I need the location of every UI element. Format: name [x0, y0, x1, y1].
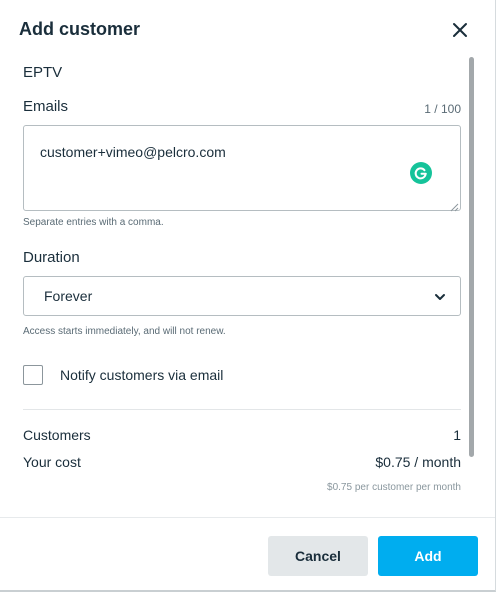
modal-content: EPTV Emails 1 / 100 customer+vimeo@pelcr…	[0, 56, 470, 492]
notify-label[interactable]: Notify customers via email	[60, 367, 223, 383]
emails-counter: 1 / 100	[424, 102, 461, 116]
modal-header: Add customer	[0, 0, 495, 56]
customers-value: 1	[453, 427, 461, 443]
cancel-button[interactable]: Cancel	[268, 536, 368, 576]
cost-value: $0.75 / month	[375, 454, 461, 470]
group-name: EPTV	[23, 64, 63, 81]
grammarly-icon[interactable]	[410, 162, 432, 184]
duration-label: Duration	[23, 249, 80, 266]
duration-hint: Access starts immediately, and will not …	[23, 326, 226, 337]
chevron-down-icon	[434, 290, 446, 302]
duration-value: Forever	[44, 288, 93, 304]
notify-checkbox[interactable]	[23, 365, 43, 385]
modal-footer: Cancel Add	[0, 517, 495, 593]
cost-label: Your cost	[23, 454, 81, 470]
resize-handle-icon[interactable]	[449, 199, 459, 212]
add-customer-modal: Add customer EPTV Emails 1 / 100 custome…	[0, 0, 496, 592]
modal-title: Add customer	[19, 19, 141, 39]
emails-textarea[interactable]: customer+vimeo@pelcro.com	[23, 125, 461, 212]
emails-value: customer+vimeo@pelcro.com	[40, 144, 226, 160]
divider	[23, 409, 461, 410]
duration-select[interactable]: Forever	[23, 276, 461, 316]
cost-note: $0.75 per customer per month	[327, 482, 461, 492]
close-icon[interactable]	[449, 19, 471, 41]
emails-label: Emails	[23, 98, 69, 115]
add-button[interactable]: Add	[378, 536, 478, 576]
emails-hint: Separate entries with a comma.	[23, 217, 164, 228]
scrollbar-thumb[interactable]	[469, 57, 474, 457]
customers-label: Customers	[23, 427, 91, 443]
